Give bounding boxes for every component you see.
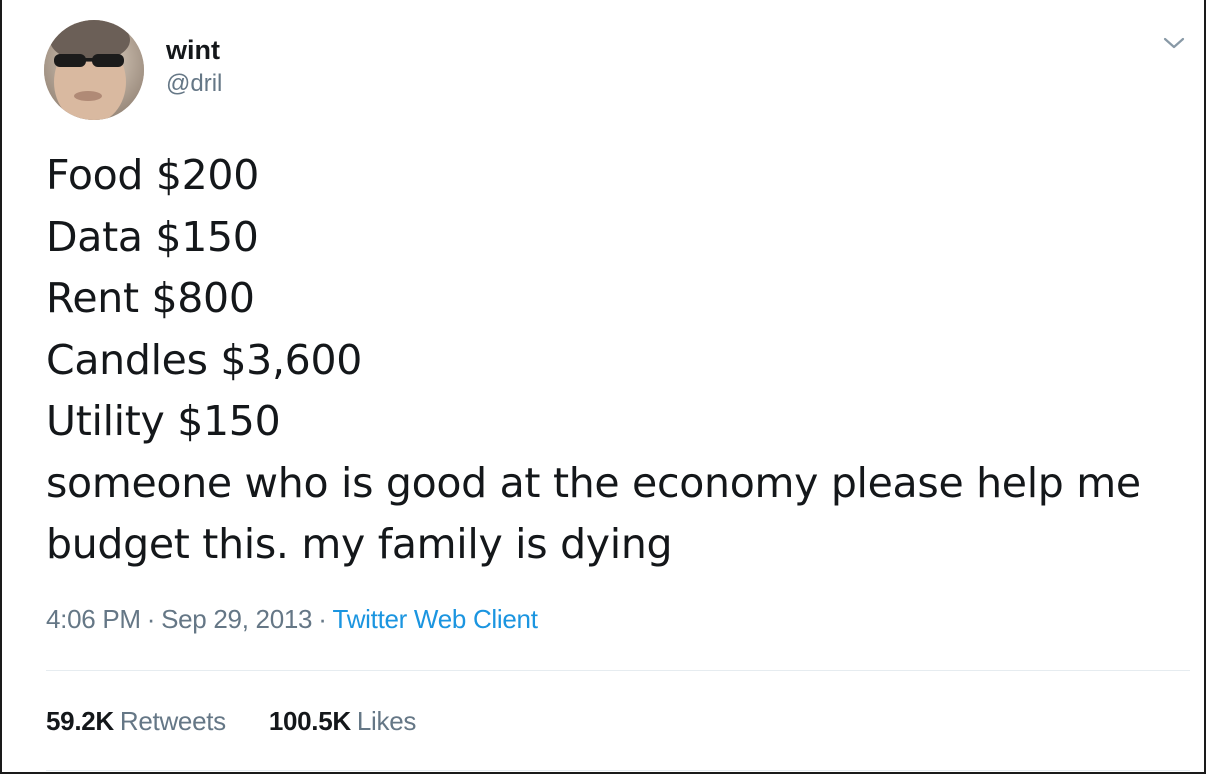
tweet-frame: wint @dril Food $200 Data $150 Rent $800… (0, 0, 1206, 774)
author-handle[interactable]: @dril (166, 68, 222, 100)
likes-count: 100.5K (268, 706, 351, 736)
tweet-text-line: Utility $150 (46, 397, 281, 445)
retweets-count: 59.2K (46, 706, 114, 736)
author-display-name[interactable]: wint (166, 34, 222, 66)
tweet-text-line: Data $150 (46, 212, 259, 261)
tweet-date[interactable]: Sep 29, 2013 (161, 604, 312, 634)
tweet-text-line: budget this. my family is dying (46, 520, 673, 568)
tweet-stats: 59.2K Retweets 100.5K Likes (46, 706, 452, 737)
tweet-text-line: Rent $800 (46, 274, 255, 322)
tweet-time[interactable]: 4:06 PM (46, 604, 141, 634)
meta-separator: · (318, 604, 327, 634)
chevron-down-icon[interactable] (1162, 34, 1186, 52)
retweets-stat[interactable]: 59.2K Retweets (46, 706, 226, 737)
tweet-text-line: Candles $3,600 (46, 335, 363, 384)
tweet-source-link[interactable]: Twitter Web Client (333, 604, 538, 634)
likes-stat[interactable]: 100.5K Likes (268, 706, 417, 737)
tweet-text-line: someone who is good at the economy pleas… (46, 458, 1141, 507)
tweet-text: Food $200 Data $150 Rent $800 Candles $3… (46, 145, 1176, 576)
tweet-text-line: Food $200 (46, 151, 259, 199)
tweet-metadata: 4:06 PM · Sep 29, 2013 · Twitter Web Client (46, 604, 538, 635)
likes-label: Likes (356, 706, 417, 736)
avatar[interactable] (44, 20, 144, 120)
meta-separator: · (146, 604, 156, 634)
retweets-label: Retweets (119, 706, 226, 736)
divider (46, 770, 1190, 771)
tweet-card: wint @dril Food $200 Data $150 Rent $800… (2, 0, 1204, 772)
divider (46, 670, 1190, 671)
user-avatar-icon (44, 20, 144, 120)
author-names[interactable]: wint @dril (166, 34, 222, 100)
